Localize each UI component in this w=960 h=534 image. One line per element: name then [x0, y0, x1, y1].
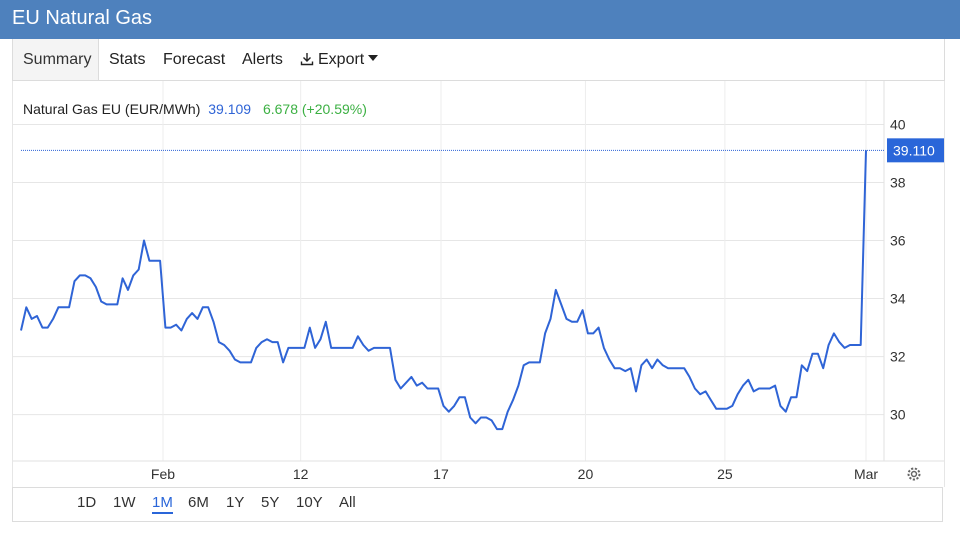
- app-header: EU Natural Gas: [0, 0, 960, 39]
- range-1w[interactable]: 1W: [113, 494, 136, 511]
- range-6m[interactable]: 6M: [188, 494, 209, 511]
- x-tick-label: 25: [717, 466, 733, 482]
- range-1d[interactable]: 1D: [77, 494, 96, 511]
- chevron-down-icon: [368, 55, 379, 61]
- x-tick-label: Mar: [854, 466, 878, 482]
- x-tick-label: 20: [578, 466, 594, 482]
- gear-icon[interactable]: [907, 467, 921, 481]
- y-tick-label: 34: [890, 291, 906, 307]
- tab-stats[interactable]: Stats: [99, 39, 155, 80]
- download-icon: [300, 53, 314, 66]
- grid-lines: [13, 81, 884, 461]
- x-axis-ticks: Feb 12 17 20 25 Mar: [151, 466, 878, 482]
- x-tick-label: Feb: [151, 466, 175, 482]
- tab-summary[interactable]: Summary: [13, 39, 99, 80]
- tab-label: Stats: [109, 51, 146, 68]
- quote-change: 6.678 (+20.59%): [263, 101, 367, 117]
- tab-bar: Summary Stats Forecast Alerts Export: [12, 39, 945, 81]
- tab-label: Export: [318, 51, 365, 68]
- quote-label: Natural Gas EU (EUR/MWh) 39.109 6.678 (+…: [23, 101, 367, 117]
- range-10y[interactable]: 10Y: [296, 494, 323, 511]
- export-menu-button[interactable]: Export: [290, 39, 388, 80]
- y-tick-label: 38: [890, 175, 906, 191]
- range-5y[interactable]: 5Y: [261, 494, 279, 511]
- chart-area[interactable]: Natural Gas EU (EUR/MWh) 39.109 6.678 (+…: [12, 81, 945, 487]
- range-selector: 1D 1W 1M 6M 1Y 5Y 10Y All: [12, 487, 943, 522]
- last-price-tag: 39.110: [887, 138, 944, 163]
- tab-label: Summary: [23, 51, 92, 68]
- range-all[interactable]: All: [339, 494, 356, 511]
- tab-label: Alerts: [242, 51, 283, 68]
- tab-alerts[interactable]: Alerts: [232, 39, 293, 80]
- range-1m[interactable]: 1M: [152, 494, 173, 514]
- x-tick-label: 12: [293, 466, 309, 482]
- page-title: EU Natural Gas: [12, 7, 153, 29]
- quote-last: 39.109: [208, 101, 251, 117]
- last-price-tag-text: 39.110: [893, 142, 935, 158]
- y-tick-label: 32: [890, 349, 906, 365]
- range-1y[interactable]: 1Y: [226, 494, 244, 511]
- series-line: [20, 150, 867, 431]
- x-tick-label: 17: [433, 466, 449, 482]
- price-chart[interactable]: Natural Gas EU (EUR/MWh) 39.109 6.678 (+…: [13, 81, 944, 487]
- tab-forecast[interactable]: Forecast: [153, 39, 235, 80]
- y-tick-label: 30: [890, 407, 906, 423]
- tab-label: Forecast: [163, 51, 226, 68]
- y-tick-label: 40: [890, 117, 906, 133]
- y-tick-label: 36: [890, 233, 906, 249]
- y-axis-ticks: 30 32 34 36 38 40: [890, 117, 906, 423]
- quote-name: Natural Gas EU (EUR/MWh): [23, 101, 200, 117]
